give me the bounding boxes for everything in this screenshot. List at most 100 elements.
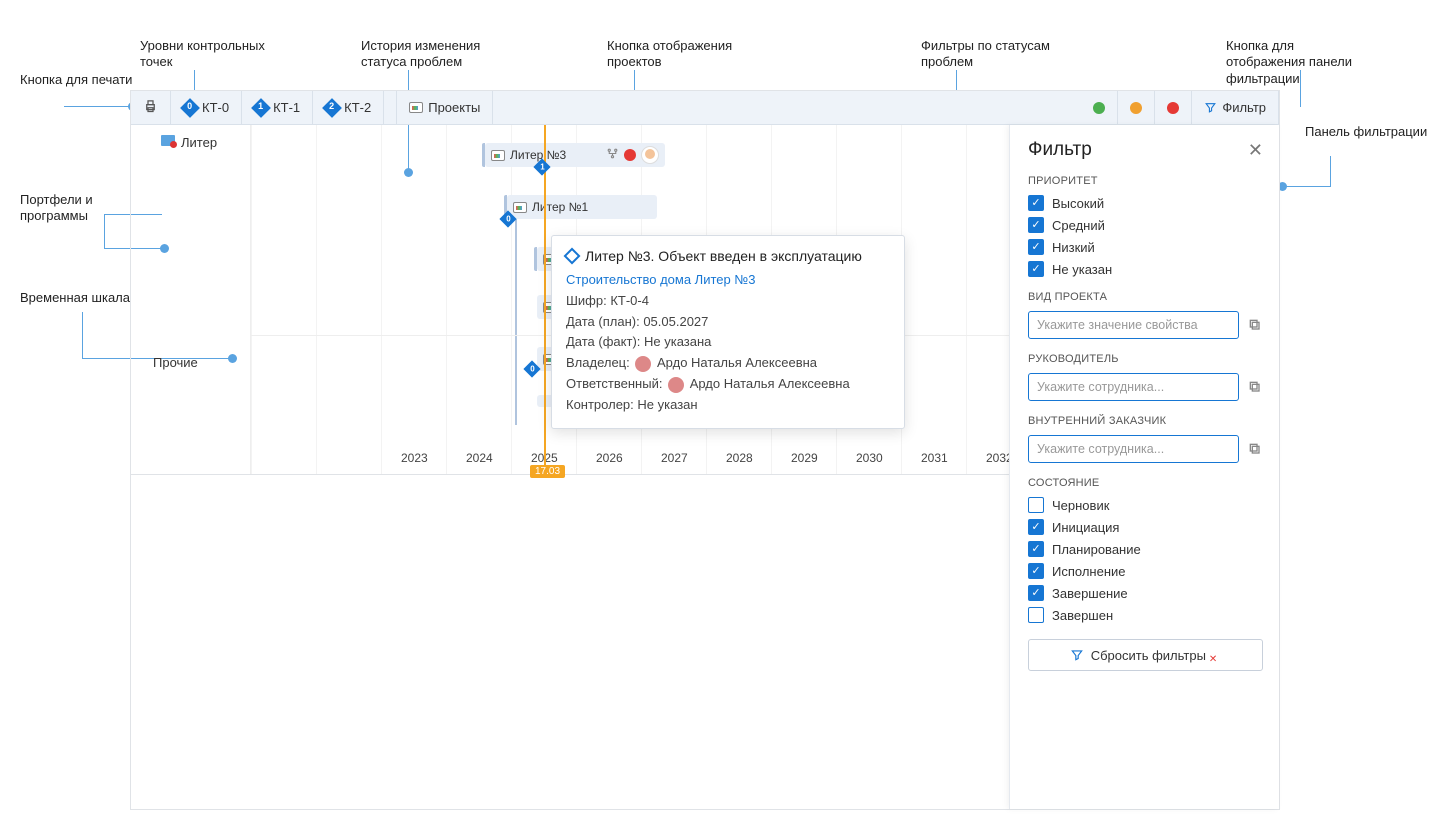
- resp-val: Ардо Наталья Алексеевна: [690, 376, 850, 391]
- folder-icon: [161, 135, 175, 146]
- owner-label: Владелец:: [566, 355, 630, 370]
- ann-kt: Уровни контрольных точек: [140, 38, 280, 71]
- owner-val: Ардо Наталья Алексеевна: [657, 355, 817, 370]
- milestone-icon: [564, 248, 581, 265]
- group-other[interactable]: Прочие: [131, 345, 250, 405]
- user-avatar-icon: [641, 146, 659, 164]
- side-column: Литер Прочие: [131, 125, 251, 474]
- ann-timeline: Временная шкала: [20, 290, 130, 306]
- code-val: КТ-0-4: [610, 293, 649, 308]
- kt1-label: КТ-1: [273, 100, 300, 115]
- chk-draft[interactable]: Черновик: [1028, 497, 1263, 513]
- bar-liter3-label: Литер №3: [510, 148, 566, 162]
- projects-label: Проекты: [428, 100, 480, 115]
- axis-year: 2028: [726, 451, 753, 465]
- kt1-icon: 1: [251, 98, 271, 118]
- copy-icon[interactable]: [1247, 379, 1263, 395]
- chk-done[interactable]: Завершен: [1028, 607, 1263, 623]
- manager-input[interactable]: [1028, 373, 1239, 401]
- code-label: Шифр:: [566, 293, 607, 308]
- status-orange-button[interactable]: [1118, 91, 1155, 124]
- customer-input[interactable]: [1028, 435, 1239, 463]
- today-label: 17.03: [530, 465, 565, 478]
- axis-year: 2026: [596, 451, 623, 465]
- kt2-icon: 2: [322, 98, 342, 118]
- chk-low[interactable]: Низкий: [1028, 239, 1263, 255]
- plan-label: Дата (план):: [566, 314, 640, 329]
- branch-icon: [606, 147, 619, 163]
- sec-manager: РУКОВОДИТЕЛЬ: [1028, 353, 1263, 365]
- axis-year: 2024: [466, 451, 493, 465]
- tooltip-link[interactable]: Строительство дома Литер №3: [566, 272, 756, 287]
- ann-filter-btn: Кнопка для отображения панели фильтрации: [1226, 38, 1366, 87]
- ann-projects: Кнопка отображения проектов: [607, 38, 747, 71]
- tooltip-title: Литер №3. Объект введен в эксплуатацию: [585, 248, 862, 264]
- fact-val: Не указана: [644, 334, 711, 349]
- ctrl-label: Контролер:: [566, 397, 634, 412]
- copy-icon[interactable]: [1247, 441, 1263, 457]
- ctrl-val: Не указан: [637, 397, 697, 412]
- copy-icon[interactable]: [1247, 317, 1263, 333]
- toolbar: 0 КТ-0 1 КТ-1 2 КТ-2 Проекты Фильтр: [131, 91, 1279, 125]
- status-green-button[interactable]: [1081, 91, 1118, 124]
- kt2-button[interactable]: 2 КТ-2: [313, 91, 384, 124]
- project-icon: [513, 202, 527, 213]
- bar-liter1[interactable]: Литер №1: [507, 195, 657, 219]
- filter-close-button[interactable]: ✕: [1248, 140, 1263, 161]
- sec-customer: ВНУТРЕННИЙ ЗАКАЗЧИК: [1028, 415, 1263, 427]
- axis-year: 2030: [856, 451, 883, 465]
- milestone-tooltip: Литер №3. Объект введен в эксплуатацию С…: [551, 235, 905, 429]
- filter-panel: Фильтр ✕ ПРИОРИТЕТ Высокий Средний Низки…: [1009, 125, 1279, 809]
- sec-kind: ВИД ПРОЕКТА: [1028, 291, 1263, 303]
- chk-init[interactable]: Инициация: [1028, 519, 1263, 535]
- app-window: 0 КТ-0 1 КТ-1 2 КТ-2 Проекты Фильтр: [130, 90, 1280, 810]
- dot-green-icon: [1093, 102, 1105, 114]
- axis-year: 2029: [791, 451, 818, 465]
- axis-year: 2031: [921, 451, 948, 465]
- resp-label: Ответственный:: [566, 376, 662, 391]
- kt0-button[interactable]: 0 КТ-0: [171, 91, 242, 124]
- kt0-icon: 0: [180, 98, 200, 118]
- axis-year: 2023: [401, 451, 428, 465]
- chk-mid[interactable]: Средний: [1028, 217, 1263, 233]
- projects-button[interactable]: Проекты: [397, 91, 493, 124]
- kt2-label: КТ-2: [344, 100, 371, 115]
- sec-state: СОСТОЯНИЕ: [1028, 477, 1263, 489]
- reset-filters-button[interactable]: Сбросить фильтры ✕: [1028, 639, 1263, 671]
- status-red-icon: [624, 149, 636, 161]
- reset-label: Сбросить фильтры: [1091, 648, 1206, 663]
- print-button[interactable]: [131, 91, 171, 124]
- group-other-label: Прочие: [153, 355, 198, 370]
- ann-issue-filters: Фильтры по статусам проблем: [921, 38, 1061, 71]
- kt1-button[interactable]: 1 КТ-1: [242, 91, 313, 124]
- filter-icon: [1204, 101, 1217, 114]
- sec-priority: ПРИОРИТЕТ: [1028, 175, 1263, 187]
- filter-panel-title: Фильтр: [1028, 139, 1092, 161]
- today-line: 17.03: [544, 125, 546, 465]
- connector: [515, 215, 517, 425]
- chk-none[interactable]: Не указан: [1028, 261, 1263, 277]
- avatar-icon: [635, 356, 651, 372]
- separator: [384, 91, 397, 124]
- axis-year: 2027: [661, 451, 688, 465]
- chk-plan[interactable]: Планирование: [1028, 541, 1263, 557]
- project-kind-input[interactable]: [1028, 311, 1239, 339]
- dot-red-icon: [1167, 102, 1179, 114]
- project-icon: [491, 150, 505, 161]
- projects-icon: [409, 102, 423, 113]
- chk-exec[interactable]: Исполнение: [1028, 563, 1263, 579]
- fact-label: Дата (факт):: [566, 334, 640, 349]
- status-red-button[interactable]: [1155, 91, 1192, 124]
- chk-end[interactable]: Завершение: [1028, 585, 1263, 601]
- group-liter-label: Литер: [181, 135, 217, 150]
- chk-high[interactable]: Высокий: [1028, 195, 1263, 211]
- avatar-icon: [668, 377, 684, 393]
- group-liter[interactable]: Литер: [131, 125, 250, 185]
- bar-liter1-label: Литер №1: [532, 200, 588, 214]
- bar-liter3[interactable]: Литер №3: [485, 143, 665, 167]
- ann-filter-panel: Панель фильтрации: [1305, 124, 1427, 140]
- ann-history: История изменения статуса проблем: [361, 38, 501, 71]
- filter-button[interactable]: Фильтр: [1192, 91, 1279, 124]
- ann-print: Кнопка для печати: [20, 72, 132, 88]
- filter-label: Фильтр: [1222, 100, 1266, 115]
